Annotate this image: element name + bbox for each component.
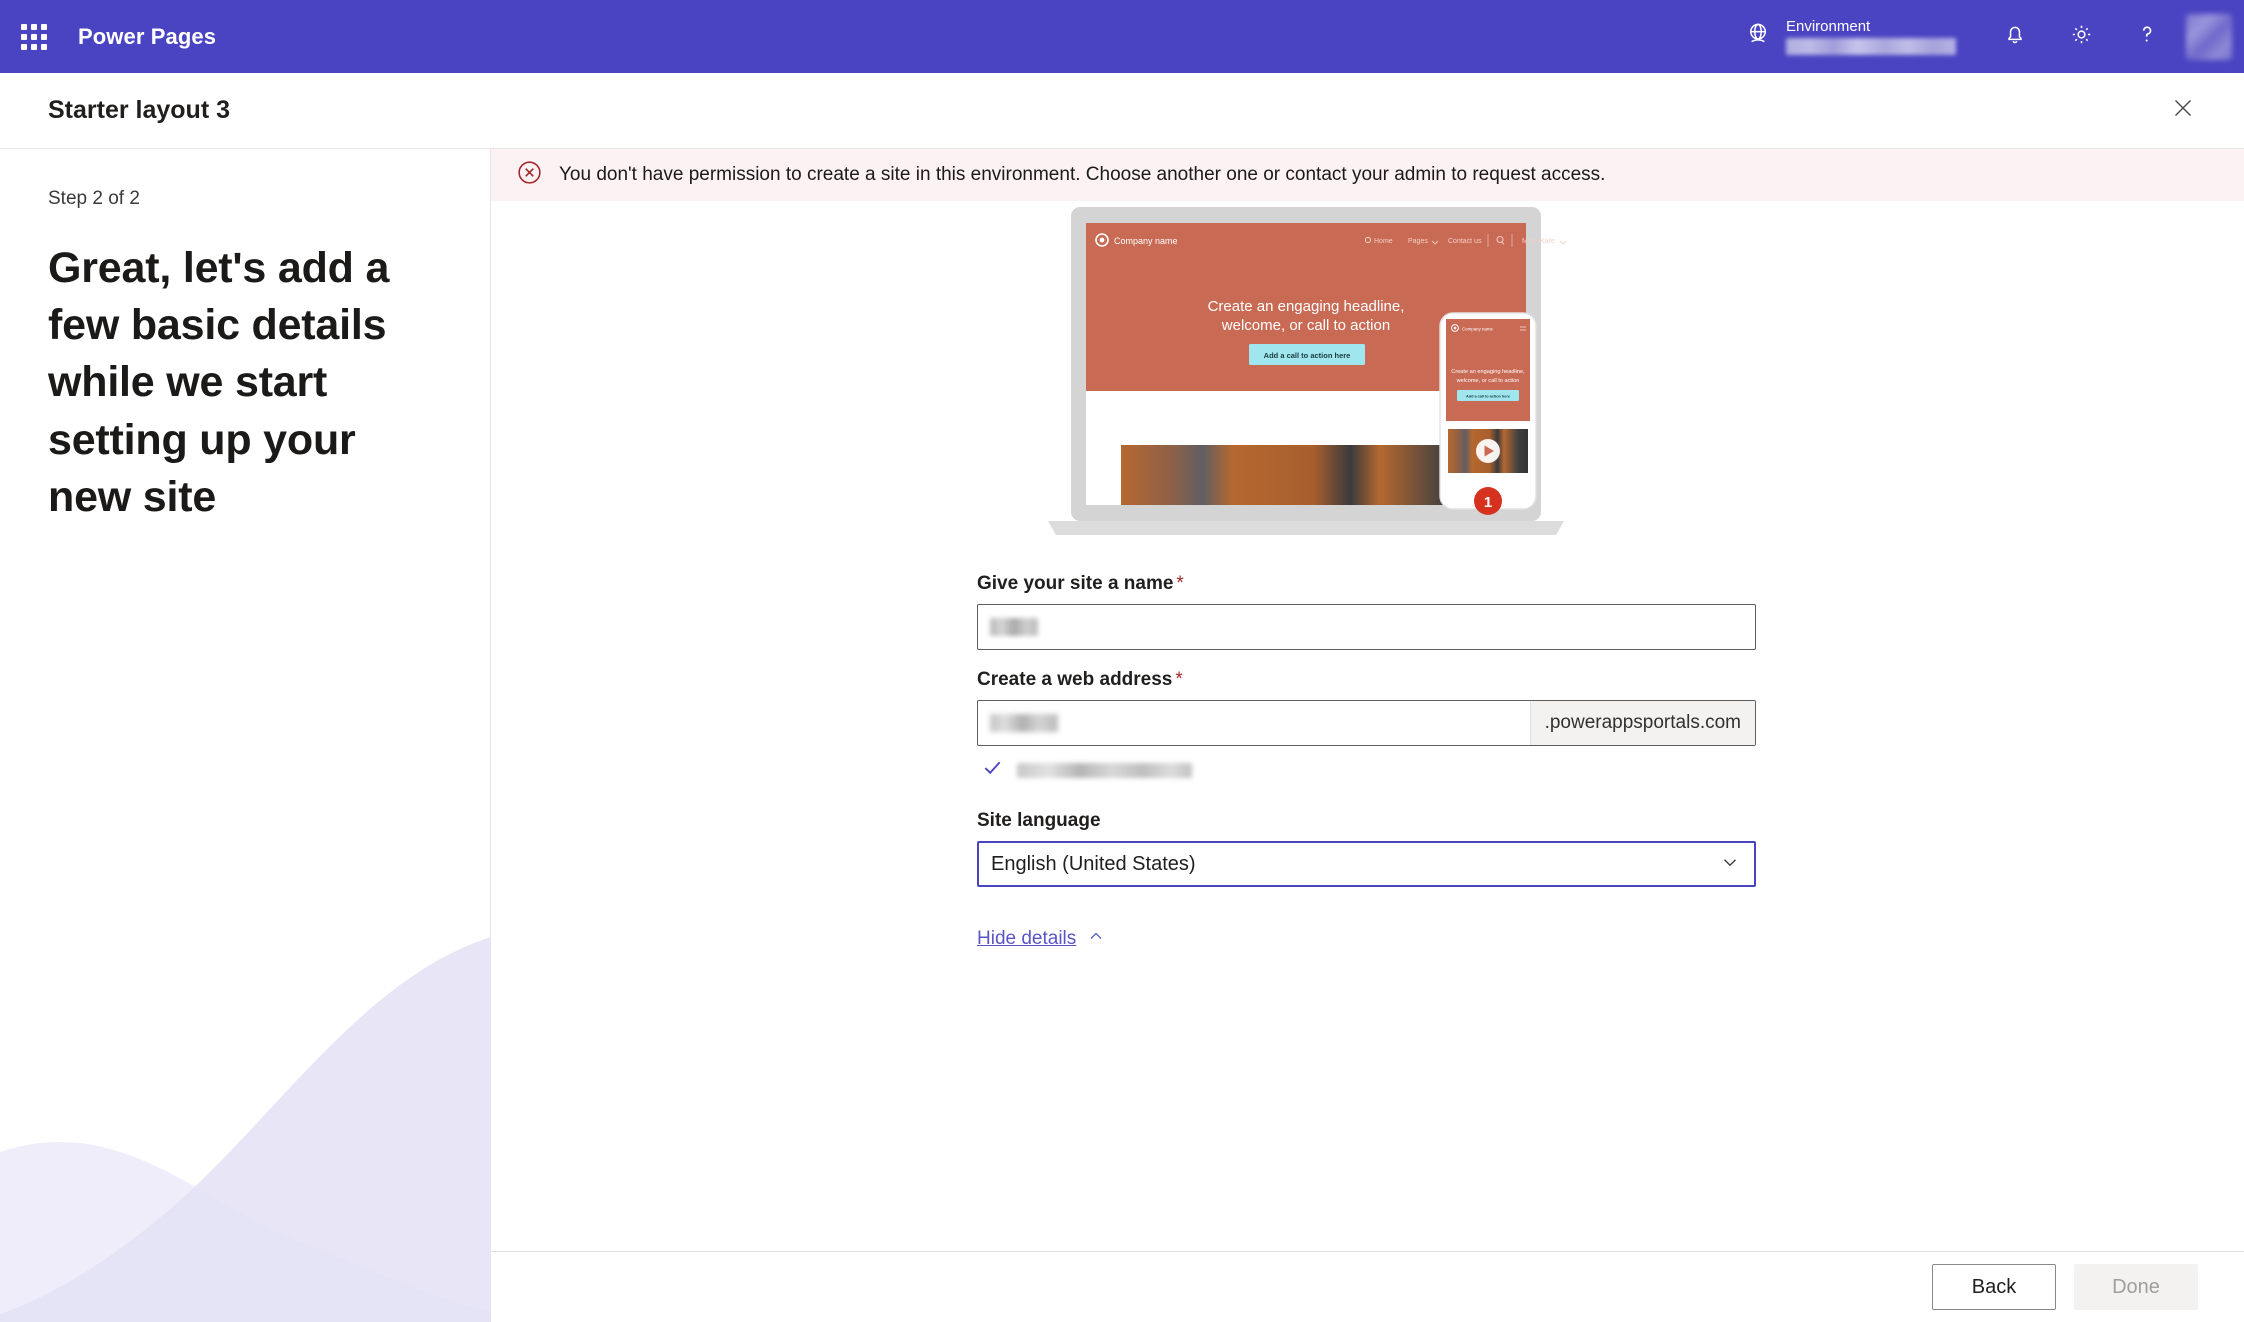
site-language-selected-value: English (United States) [991,852,1196,875]
page-title: Starter layout 3 [48,96,231,124]
wizard-title-bar: Starter layout 3 [0,73,2244,149]
web-address-field: Create a web address * .powerappsportals.… [977,669,1756,784]
done-button: Done [2074,1264,2198,1310]
chevron-down-icon [1719,851,1741,878]
preview-company-label: Company name [1114,236,1178,246]
preview-badge-number: 1 [1484,494,1492,511]
web-address-input[interactable] [978,701,1530,745]
app-launcher-button[interactable] [0,0,68,73]
preview-cta-label: Add a call to action here [1264,351,1351,360]
site-name-value-redacted [990,618,1038,636]
chevron-up-icon [1086,926,1106,952]
site-language-field: Site language English (United States) [977,810,1756,887]
environment-globe-icon [1744,20,1772,53]
web-address-value-redacted [990,714,1058,732]
wizard-footer: Back Done [491,1251,2244,1322]
site-details-form: Give your site a name * Create a web addr… [977,573,1756,952]
svg-text:welcome, or call to action: welcome, or call to action [1456,378,1520,384]
required-indicator: * [1175,669,1183,690]
web-address-validation [977,756,1756,784]
site-language-select[interactable]: English (United States) [977,841,1756,887]
web-address-input-group: .powerappsportals.com [977,700,1756,746]
bell-icon [2002,21,2028,52]
gear-icon [2068,21,2095,53]
environment-label: Environment [1786,17,1871,35]
close-wizard-button[interactable] [2160,88,2206,134]
settings-button[interactable] [2048,0,2114,73]
environment-picker[interactable]: Environment [1744,17,1982,56]
permission-error-banner: You don't have permission to create a si… [491,149,2244,201]
required-indicator: * [1176,573,1184,594]
question-mark-icon [2133,20,2161,53]
svg-text:More Kare: More Kare [1522,238,1555,245]
wizard-heading: Great, let's add a few basic details whi… [48,244,390,521]
svg-text:Create an engaging headline,: Create an engaging headline, [1451,369,1525,375]
user-avatar[interactable] [2186,13,2232,60]
help-button[interactable] [2114,0,2180,73]
site-name-label: Give your site a name * [977,573,1184,594]
wizard-main-content: You don't have permission to create a si… [491,149,2244,1322]
wizard-left-panel: Step 2 of 2 Great, let's add a few basic… [0,149,491,1322]
close-icon [2172,97,2194,124]
site-language-label: Site language [977,810,1101,831]
decorative-waves [0,937,490,1322]
step-indicator: Step 2 of 2 [48,188,140,209]
svg-text:Pages: Pages [1408,238,1428,245]
site-name-field: Give your site a name * [977,573,1756,650]
svg-text:Add a call to action here: Add a call to action here [1466,395,1510,399]
app-launcher-icon [21,23,47,50]
svg-text:Contact us: Contact us [1448,238,1482,245]
suite-right-actions: Environment [1744,0,2244,73]
hide-details-label: Hide details [977,928,1077,949]
form-scroll-area: Company name Home Pages Contact us More … [491,201,2244,1272]
error-circle-x-icon [516,159,543,191]
web-address-suffix: .powerappsportals.com [1529,701,1755,745]
template-preview-image: Company name Home Pages Contact us More … [1036,201,1676,561]
environment-value-redacted [1786,38,1956,56]
web-address-validation-redacted [1017,762,1192,778]
app-name-label: Power Pages [78,23,217,49]
svg-text:Home: Home [1374,238,1393,245]
svg-text:Company name: Company name [1462,327,1494,332]
checkmark-icon [981,756,1004,784]
notifications-button[interactable] [1982,0,2048,73]
site-name-input[interactable] [977,604,1756,650]
hide-details-toggle[interactable]: Hide details [977,926,1106,952]
web-address-label: Create a web address * [977,669,1183,690]
back-button[interactable]: Back [1932,1264,2056,1310]
preview-hero-line1: Create an engaging headline, [1208,298,1405,315]
error-banner-message: You don't have permission to create a si… [559,164,1606,185]
suite-header-bar: Power Pages Environment [0,0,2244,73]
preview-hero-line2: welcome, or call to action [1221,317,1390,334]
